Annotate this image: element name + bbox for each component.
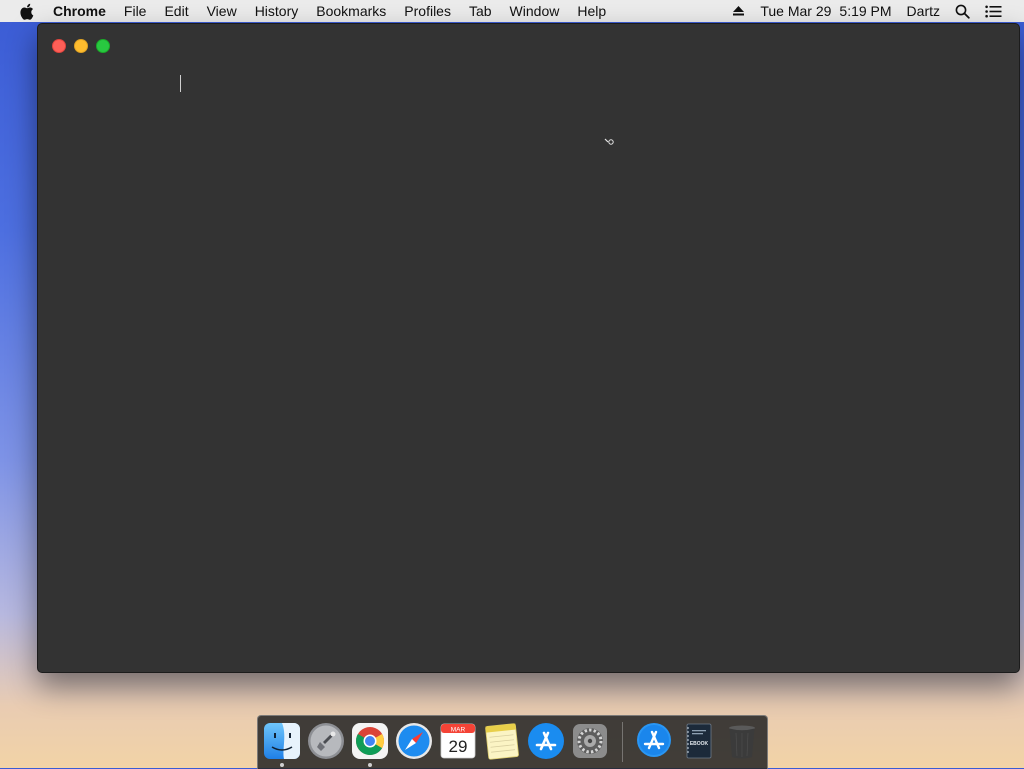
- running-indicator: [280, 763, 284, 767]
- spotlight-search-icon[interactable]: [955, 4, 970, 19]
- mouse-pointer-icon: [603, 134, 615, 152]
- launchpad-icon[interactable]: [306, 721, 346, 761]
- menubar-time: 5:19 PM: [839, 3, 892, 19]
- dock-separator: [622, 722, 623, 762]
- app-store-stack-icon[interactable]: [634, 721, 674, 761]
- app-store-icon[interactable]: [526, 721, 566, 761]
- apple-menu-icon[interactable]: [19, 3, 39, 20]
- menu-view[interactable]: View: [207, 0, 237, 22]
- menu-app-name[interactable]: Chrome: [53, 0, 106, 22]
- menu-tab[interactable]: Tab: [469, 0, 492, 22]
- finder-icon[interactable]: [262, 721, 302, 761]
- notification-center-icon[interactable]: [985, 5, 1002, 18]
- calendar-day: 29: [449, 737, 468, 756]
- system-preferences-icon[interactable]: [570, 721, 610, 761]
- menu-help[interactable]: Help: [577, 0, 606, 22]
- text-cursor: [180, 75, 181, 92]
- menubar-date: Tue Mar 29: [760, 3, 832, 19]
- menu-edit[interactable]: Edit: [164, 0, 188, 22]
- maximize-button[interactable]: [96, 39, 110, 53]
- window-controls: [52, 39, 118, 53]
- notes-icon[interactable]: [482, 721, 522, 761]
- eject-icon[interactable]: [732, 5, 745, 17]
- menu-profiles[interactable]: Profiles: [404, 0, 451, 22]
- minimize-button[interactable]: [74, 39, 88, 53]
- ebook-label: EBOOK: [690, 741, 709, 747]
- ebook-icon[interactable]: EBOOK: [678, 721, 718, 761]
- menu-history[interactable]: History: [255, 0, 299, 22]
- dock: MAR 29 EBOOK: [257, 715, 768, 769]
- menu-file[interactable]: File: [124, 0, 147, 22]
- menu-window[interactable]: Window: [510, 0, 560, 22]
- safari-icon[interactable]: [394, 721, 434, 761]
- close-button[interactable]: [52, 39, 66, 53]
- menu-bar: Chrome File Edit View History Bookmarks …: [0, 0, 1024, 22]
- chrome-icon[interactable]: [350, 721, 390, 761]
- menubar-clock[interactable]: Tue Mar 29 5:19 PM: [760, 3, 891, 19]
- calendar-month: MAR: [451, 727, 466, 734]
- chrome-window: [37, 23, 1020, 673]
- calendar-icon[interactable]: MAR 29: [438, 721, 478, 761]
- menu-bookmarks[interactable]: Bookmarks: [316, 0, 386, 22]
- menubar-user[interactable]: Dartz: [907, 3, 940, 19]
- running-indicator: [368, 763, 372, 767]
- trash-icon[interactable]: [722, 721, 762, 761]
